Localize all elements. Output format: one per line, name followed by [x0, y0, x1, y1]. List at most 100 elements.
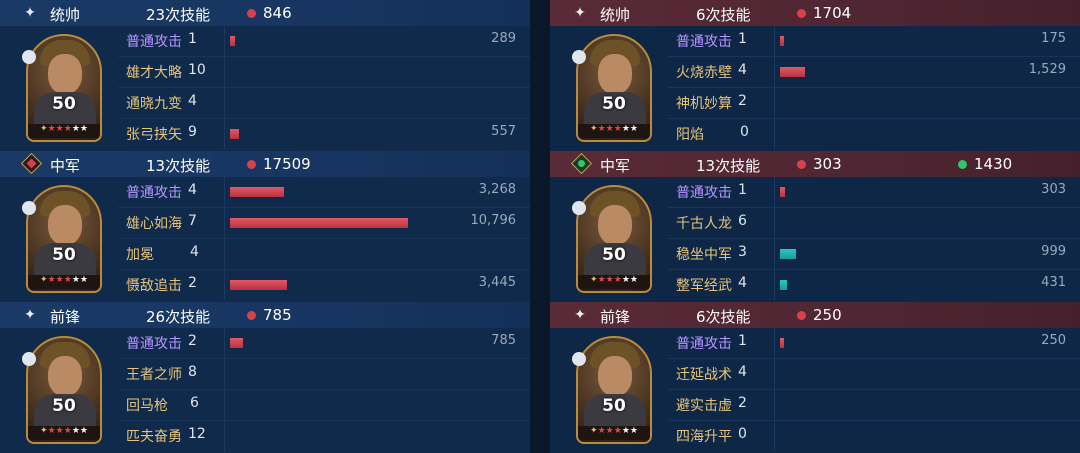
star-icon: ★: [55, 275, 64, 285]
star-icon: ★: [63, 124, 72, 134]
skill-name: 避实击虚: [676, 398, 732, 414]
skill-bar-track: [774, 177, 1080, 207]
star-rating: ✦★★★★★: [28, 275, 100, 289]
general-portrait[interactable]: 50 ✦★★★★★: [26, 185, 102, 293]
general-header: ✦ 统帅 23次技能 846: [0, 0, 530, 26]
skill-use-count: 10: [188, 62, 206, 78]
general-portrait[interactable]: 50 ✦★★★★★: [576, 336, 652, 444]
skill-bar-track: [224, 119, 531, 149]
skill-damage-bar: [230, 280, 287, 290]
star-icon: ★: [613, 124, 622, 134]
diamond-red-icon: [20, 152, 43, 175]
star-icon: ★: [71, 426, 80, 436]
skill-bar-track: [224, 328, 531, 358]
portrait-face: [48, 54, 82, 94]
star-rating: ✦★★★★★: [578, 124, 650, 138]
skill-row: 张弓挟矢 9 557: [118, 119, 530, 149]
star-icon: ★: [613, 275, 622, 285]
total-heal: 1430: [974, 155, 1013, 173]
skill-name: 通晓九变: [126, 96, 182, 112]
skill-name: 四海升平: [676, 429, 732, 445]
right-army-panel: ✦ 统帅 6次技能 1704 50 ✦★★★★★ 普通攻击 1 175 火烧赤壁 4 1,529 神机妙…: [550, 0, 1080, 453]
skill-use-count: 12: [188, 426, 206, 442]
total-damage: 303: [813, 155, 842, 173]
general-header: ✦ 前锋 6次技能 250: [550, 302, 1080, 328]
star-icon: ★: [47, 275, 56, 285]
skill-bar-track: [774, 239, 1080, 269]
skill-row: 普通攻击 1 250: [668, 328, 1080, 358]
general-block: ✦ 前锋 26次技能 785 50 ✦★★★★★ 普通攻击 2 785 王者之师 8 回马枪 6 匹夫奋勇…: [0, 302, 530, 453]
skill-bar-track: [224, 88, 531, 118]
skill-damage-bar: [780, 338, 784, 348]
star-icon: ★: [597, 275, 606, 285]
general-block: 中军 13次技能 17509 50 ✦★★★★★ 普通攻击 4 3,268 雄心如海 7 10,79…: [0, 151, 530, 302]
star-icon: ★: [63, 426, 72, 436]
skill-row: 慑敌追击 2 3,445: [118, 270, 530, 300]
skill-damage-value: 785: [491, 333, 516, 348]
star-icon: ★: [597, 124, 606, 134]
star-icon: ★: [55, 426, 64, 436]
skill-damage-value: 250: [1041, 333, 1066, 348]
star-rating: ✦★★★★★: [578, 275, 650, 289]
general-portrait[interactable]: 50 ✦★★★★★: [576, 185, 652, 293]
skill-name: 火烧赤壁: [676, 65, 732, 81]
skill-name: 迁延战术: [676, 367, 732, 383]
star-icon: ★: [605, 426, 614, 436]
skill-damage-value: 303: [1041, 182, 1066, 197]
troop-type-icon: [22, 50, 36, 64]
skill-row: 千古人龙 6: [668, 208, 1080, 238]
skill-use-count: 4: [188, 93, 197, 109]
skill-damage-value: 3,445: [478, 275, 516, 290]
skill-damage-bar: [230, 218, 408, 228]
skill-trigger-count: 6次技能: [696, 308, 751, 326]
skill-row: 四海升平 0: [668, 421, 1080, 451]
general-body: 50 ✦★★★★★ 普通攻击 2 785 王者之师 8 回马枪 6 匹夫奋勇 12: [0, 328, 530, 453]
skill-row: 阳焰 0: [668, 119, 1080, 149]
skill-use-count: 4: [738, 364, 747, 380]
skill-use-count: 7: [188, 213, 197, 229]
star-icon: ★: [47, 124, 56, 134]
troop-type-icon: [572, 352, 586, 366]
general-portrait[interactable]: 50 ✦★★★★★: [26, 336, 102, 444]
skill-use-count: 4: [738, 275, 747, 291]
skill-name: 神机妙算: [676, 96, 732, 112]
star-icon: ★: [79, 426, 88, 436]
skill-damage-value: 431: [1041, 275, 1066, 290]
skill-name: 加冕: [126, 247, 154, 263]
skill-row: 稳坐中军 3 999: [668, 239, 1080, 269]
total-damage: 250: [813, 306, 842, 324]
skill-row: 整军经武 4 431: [668, 270, 1080, 300]
star-icon: ★: [605, 275, 614, 285]
skill-trigger-count: 13次技能: [696, 157, 761, 175]
skill-damage-bar: [230, 338, 243, 348]
diamond-green-icon: [570, 152, 593, 175]
skill-name: 普通攻击: [126, 336, 182, 352]
portrait-face: [48, 356, 82, 396]
damage-dot-icon: [797, 311, 806, 320]
skill-damage-bar: [780, 249, 796, 259]
general-portrait[interactable]: 50 ✦★★★★★: [576, 34, 652, 142]
lamp-icon: ✦: [590, 124, 598, 134]
skill-row: 神机妙算 2: [668, 88, 1080, 118]
star-icon: ★: [605, 124, 614, 134]
skill-use-count: 6: [190, 395, 199, 411]
skill-row: 普通攻击 1 289: [118, 26, 530, 56]
general-body: 50 ✦★★★★★ 普通攻击 1 175 火烧赤壁 4 1,529 神机妙算 2 阳焰 0: [550, 26, 1080, 151]
skill-damage-bar: [230, 129, 239, 139]
skill-use-count: 1: [738, 333, 747, 349]
skill-name: 慑敌追击: [126, 278, 182, 294]
total-damage: 17509: [263, 155, 311, 173]
skill-damage-bar: [780, 67, 805, 77]
sparkle-icon: ✦: [24, 5, 36, 21]
skill-trigger-count: 6次技能: [696, 6, 751, 24]
general-level: 50: [52, 245, 76, 265]
general-level: 50: [52, 396, 76, 416]
general-portrait[interactable]: 50 ✦★★★★★: [26, 34, 102, 142]
skill-name: 雄心如海: [126, 216, 182, 232]
lamp-icon: ✦: [40, 124, 48, 134]
skill-use-count: 4: [738, 62, 747, 78]
skill-row: 普通攻击 1 175: [668, 26, 1080, 56]
total-damage: 785: [263, 306, 292, 324]
general-level: 50: [602, 245, 626, 265]
lamp-icon: ✦: [40, 426, 48, 436]
